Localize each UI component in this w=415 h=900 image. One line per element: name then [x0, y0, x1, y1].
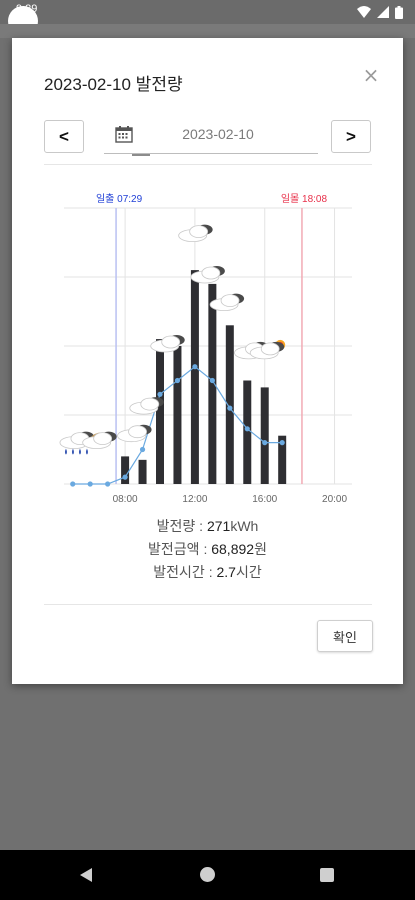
- cloud-icon: [117, 424, 152, 443]
- close-button[interactable]: ×: [361, 65, 381, 85]
- date-focus-indicator: [132, 154, 150, 156]
- signal-icon: [377, 6, 389, 18]
- line-point: [139, 446, 146, 453]
- wifi-icon: [357, 6, 371, 18]
- backdrop: [0, 24, 415, 38]
- bar-9: [138, 459, 147, 484]
- line-point: [244, 426, 250, 432]
- battery-icon: [395, 5, 403, 19]
- recent-apps-icon[interactable]: [320, 868, 334, 882]
- confirm-button[interactable]: 확인: [317, 620, 373, 652]
- x-tick-label: 08:00: [113, 494, 138, 505]
- line-point: [122, 474, 128, 480]
- dialog-title: 2023-02-10 발전량: [44, 75, 183, 94]
- bar-8: [121, 456, 130, 484]
- amount-summary: 발전금액 : 68,892원: [12, 539, 403, 559]
- bar-10: [156, 339, 164, 484]
- home-icon[interactable]: [200, 867, 215, 882]
- chart-svg: 일출 07:29 일몰 18:08 08:00 12:00 16:00 20:00: [59, 193, 352, 505]
- hours-summary: 발전시간 : 2.7시간: [12, 562, 403, 582]
- navigation-bar: [0, 850, 415, 900]
- generation-summary: 발전량 : 271kWh: [12, 516, 403, 536]
- generation-dialog: 2023-02-10 발전량 × < 2023-02-10 > 일출 07:29…: [12, 38, 403, 684]
- x-tick-label: 12:00: [182, 494, 207, 505]
- sunset-label: 일몰 18:08: [281, 193, 328, 205]
- back-icon[interactable]: [80, 868, 92, 882]
- amount-unit: 원: [254, 541, 267, 557]
- amount-value: 68,892: [211, 541, 255, 557]
- generation-label: 발전량 :: [156, 518, 207, 534]
- bar-15: [243, 380, 252, 484]
- status-time: 9:29: [16, 3, 38, 15]
- status-bar: 9:29: [0, 0, 415, 36]
- cloud-icon: [178, 224, 213, 242]
- line-point: [70, 481, 76, 487]
- generation-chart: 일출 07:29 일몰 18:08 08:00 12:00 16:00 20:00: [52, 188, 362, 518]
- bar-16: [260, 387, 269, 484]
- date-field[interactable]: 2023-02-10: [104, 118, 318, 154]
- hours-label: 발전시간 :: [153, 564, 217, 580]
- hours-value: 2.7: [216, 564, 236, 580]
- date-value: 2023-02-10: [182, 126, 254, 142]
- line-point: [87, 481, 93, 487]
- next-date-button[interactable]: >: [331, 120, 371, 153]
- line-point: [227, 405, 233, 411]
- hours-unit: 시간: [235, 564, 262, 580]
- line-point: [157, 391, 163, 397]
- line-point: [262, 440, 268, 446]
- line-point: [279, 440, 285, 446]
- prev-date-button[interactable]: <: [44, 120, 84, 153]
- footer-divider: [44, 604, 372, 605]
- bar-11: [173, 346, 182, 484]
- line-point: [192, 364, 198, 370]
- x-tick-label: 20:00: [322, 494, 347, 505]
- status-icons: [357, 2, 403, 22]
- generation-value: 271: [206, 518, 231, 534]
- line-point: [174, 377, 181, 384]
- cloud-icon: [190, 266, 225, 284]
- line-point: [105, 481, 111, 487]
- generation-unit: kWh: [230, 518, 259, 534]
- line-point: [209, 377, 215, 384]
- x-tick-label: 16:00: [252, 494, 277, 505]
- header-divider: [44, 164, 372, 165]
- amount-label: 발전금액 :: [148, 541, 212, 557]
- bar-12: [190, 270, 199, 484]
- sunrise-label: 일출 07:29: [96, 193, 143, 205]
